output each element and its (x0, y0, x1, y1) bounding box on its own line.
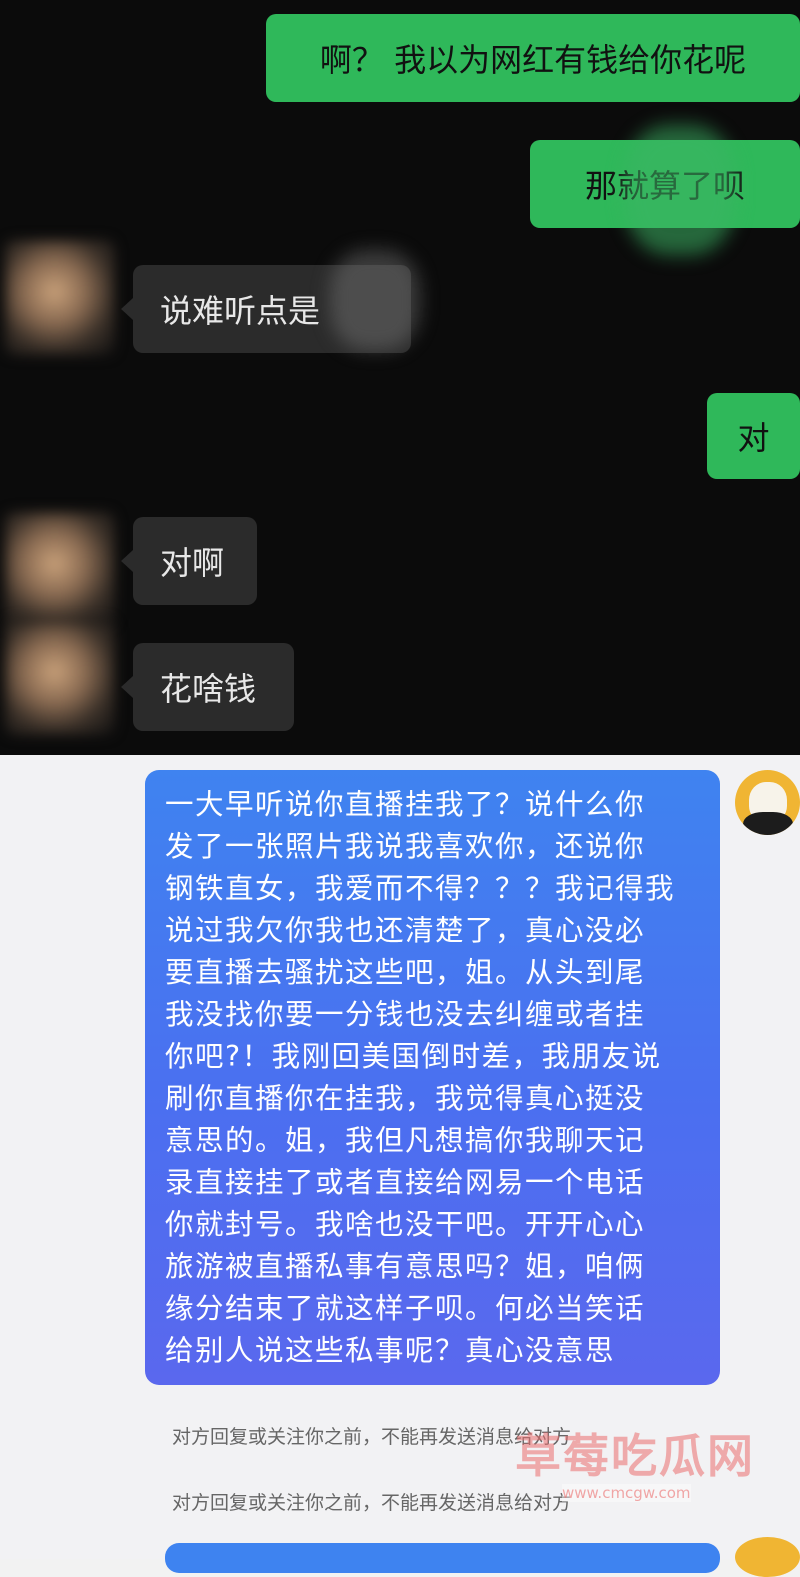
contact-avatar[interactable] (5, 512, 115, 627)
message-line: 录直接挂了或者直接给网易一个电话 (165, 1166, 646, 1199)
system-notice: 对方回复或关注你之前，不能再发送消息给对方 (172, 1492, 572, 1514)
message-line: 一大早听说你直播挂我了？说什么你 (165, 788, 646, 821)
message-line: 要直播去骚扰这些吧，姐。从头到尾 (165, 956, 646, 989)
mosaic-blur (625, 125, 735, 255)
message-line: 钢铁直女，我爱而不得？？？我记得我 (165, 872, 676, 905)
message-line: 说过我欠你我也还清楚了，真心没必 (165, 914, 646, 947)
message-bubble-received[interactable]: 对啊 (121, 517, 257, 605)
message-text: 花啥钱 (160, 670, 257, 708)
self-avatar[interactable] (735, 770, 800, 835)
system-notice: 对方回复或关注你之前，不能再发送消息给对方 (172, 1426, 572, 1448)
message-line: 我没找你要一分钱也没去纠缠或者挂 (165, 998, 646, 1031)
message-bubble-sent[interactable]: 对 (707, 393, 800, 479)
long-message-bubble[interactable]: 一大早听说你直播挂我了？说什么你 发了一张照片我说我喜欢你，还说你 钢铁直女，我… (145, 770, 720, 1385)
message-line: 给别人说这些私事呢？真心没意思 (165, 1334, 616, 1367)
contact-avatar[interactable] (5, 620, 115, 735)
partial-message-bubble[interactable] (165, 1543, 720, 1573)
message-line: 旅游被直播私事有意思吗？姐，咱俩 (165, 1250, 646, 1283)
watermark-url: www.cmcgw.com (562, 1484, 691, 1502)
dark-chat-panel (0, 0, 800, 755)
message-line: 意思的。姐，我但凡想搞你我聊天记 (165, 1124, 646, 1157)
watermark-text: 草莓吃瓜网 (515, 1429, 755, 1483)
message-bubble-received[interactable]: 花啥钱 (121, 643, 294, 731)
message-bubble-sent[interactable]: 啊？ 我以为网红有钱给你花呢 (266, 14, 800, 102)
message-line: 你就封号。我啥也没干吧。开开心心 (165, 1208, 646, 1241)
self-avatar-partial[interactable] (735, 1537, 800, 1577)
avatar-body-shape (743, 812, 793, 835)
contact-avatar[interactable] (5, 240, 115, 355)
message-text: 对啊 (160, 544, 225, 582)
message-line: 刷你直播你在挂我，我觉得真心挺没 (165, 1082, 646, 1115)
message-text: 对 (737, 419, 770, 457)
message-text: 说难听点是 (160, 292, 321, 330)
message-line: 缘分结束了就这样子呗。何必当笑话 (165, 1292, 646, 1325)
message-line: 发了一张照片我说我喜欢你，还说你 (165, 830, 646, 863)
message-line: 你吧?！我刚回美国倒时差，我朋友说 (165, 1040, 662, 1073)
mosaic-blur (330, 250, 420, 350)
message-text: 啊？ 我以为网红有钱给你花呢 (319, 41, 747, 79)
